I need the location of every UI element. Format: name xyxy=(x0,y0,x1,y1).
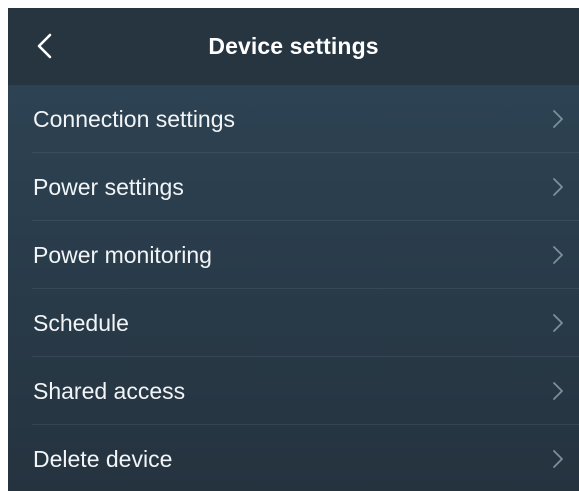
chevron-right-icon xyxy=(552,381,564,401)
menu-item-label: Schedule xyxy=(33,309,129,336)
menu-item-power-settings[interactable]: Power settings xyxy=(8,153,579,221)
chevron-left-icon xyxy=(37,33,52,59)
chevron-right-icon xyxy=(552,313,564,333)
menu-item-label: Power monitoring xyxy=(33,241,212,268)
device-settings-screen: Device settings Connection settings Powe… xyxy=(8,8,579,491)
menu-item-power-monitoring[interactable]: Power monitoring xyxy=(8,221,579,289)
menu-item-label: Shared access xyxy=(33,377,186,404)
menu-item-connection-settings[interactable]: Connection settings xyxy=(8,85,579,153)
menu-item-schedule[interactable]: Schedule xyxy=(8,289,579,357)
chevron-right-icon xyxy=(552,245,564,265)
menu-item-label: Delete device xyxy=(33,445,173,472)
chevron-right-icon xyxy=(552,177,564,197)
chevron-right-icon xyxy=(552,449,564,469)
menu-item-delete-device[interactable]: Delete device xyxy=(8,425,579,491)
menu-item-shared-access[interactable]: Shared access xyxy=(8,357,579,425)
nav-bar: Device settings xyxy=(8,8,579,85)
page-title: Device settings xyxy=(208,33,379,59)
menu-item-label: Power settings xyxy=(33,173,184,200)
menu-item-label: Connection settings xyxy=(33,105,236,132)
back-button[interactable] xyxy=(30,30,62,62)
settings-menu: Connection settings Power settings Power… xyxy=(8,85,579,491)
chevron-right-icon xyxy=(552,109,564,129)
